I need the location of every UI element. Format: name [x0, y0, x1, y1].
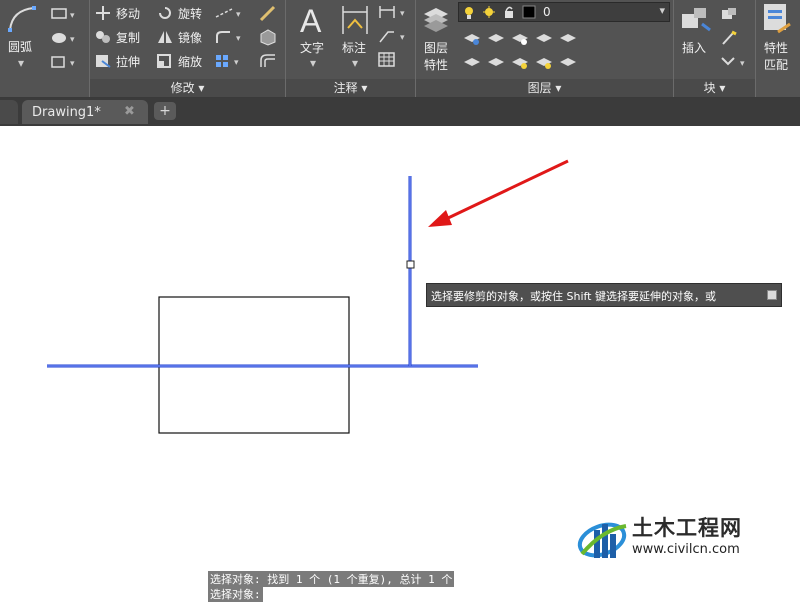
dimension-dropdown-icon[interactable]: ▾ — [352, 56, 358, 70]
mirror-button[interactable]: 镜像 — [178, 31, 202, 45]
svg-text:▾: ▾ — [234, 58, 239, 68]
layers-panel-title-text: 图层 — [527, 81, 552, 95]
arc-button[interactable]: 圆弧 — [8, 40, 32, 54]
insert-block-icon — [680, 4, 712, 38]
offset-icon[interactable] — [258, 52, 278, 74]
copy-button[interactable]: 复制 — [116, 31, 140, 45]
svg-text:A: A — [300, 3, 322, 36]
block-panel-title[interactable]: 块 ▾ — [674, 79, 755, 97]
move-icon — [94, 5, 112, 25]
layer-dropdown[interactable]: 0 ▾ — [458, 2, 670, 22]
match-properties-button-line2[interactable]: 匹配 — [764, 58, 788, 72]
svg-text:▾: ▾ — [70, 35, 75, 45]
red-arrow-shaft — [445, 159, 569, 221]
text-dropdown-icon[interactable]: ▾ — [310, 56, 316, 70]
edit-block-icon[interactable] — [720, 30, 738, 50]
layer-name-value: 0 — [543, 5, 551, 19]
tab-drawing1[interactable]: Drawing1* ✖ — [22, 100, 148, 124]
svg-text:▾: ▾ — [400, 9, 405, 19]
move-button[interactable]: 移动 — [116, 7, 140, 21]
command-tooltip: 选择要修剪的对象，或按住 Shift 键选择要延伸的对象，或 — [426, 283, 782, 307]
layer-properties-button[interactable]: 图层 — [424, 41, 448, 55]
tab-drawing1-label: Drawing1* — [32, 105, 101, 120]
svg-text:▾: ▾ — [236, 34, 241, 44]
arc-dropdown-icon[interactable]: ▾ — [18, 56, 24, 70]
fillet-icon[interactable]: ▾ — [214, 29, 244, 49]
svg-text:▾: ▾ — [70, 11, 75, 21]
insert-button[interactable]: 插入 — [682, 41, 706, 55]
text-icon: A — [298, 2, 328, 40]
ribbon: 圆弧 ▾ ▾ ▾ ▾ 移动 旋转 ▾ 复制 镜像 ▾ 拉伸 缩放 ▾ 修改 ▾ … — [0, 0, 800, 98]
match-properties-icon — [762, 2, 792, 40]
layer-properties-button-line2[interactable]: 特性 — [424, 58, 448, 72]
layer-tools-row2-icon[interactable] — [462, 54, 592, 76]
watermark-emblem-icon — [577, 522, 627, 558]
rotate-button[interactable]: 旋转 — [178, 7, 202, 21]
text-button[interactable]: 文字 — [300, 41, 324, 55]
tab-close-icon[interactable]: ✖ — [124, 104, 135, 119]
layer-dropdown-arrow-icon[interactable]: ▾ — [659, 4, 665, 17]
arc-icon — [6, 4, 38, 38]
modify-panel: 移动 旋转 ▾ 复制 镜像 ▾ 拉伸 缩放 ▾ 修改 ▾ — [90, 0, 286, 97]
layer-properties-icon — [422, 4, 450, 38]
stretch-button[interactable]: 拉伸 — [116, 55, 140, 69]
watermark-name: 土木工程网 — [632, 516, 742, 540]
linear-dim-icon[interactable]: ▾ — [378, 4, 410, 24]
red-arrow-head — [428, 210, 452, 227]
tooltip-text: 选择要修剪的对象，或按住 Shift 键选择要延伸的对象，或 — [431, 290, 716, 303]
mirror-icon — [156, 29, 174, 49]
table-icon[interactable] — [378, 52, 396, 72]
layers-panel-title[interactable]: 图层 ▾ — [416, 79, 673, 97]
command-history-line-1: 选择对象: 找到 1 个 (1 个重复), 总计 1 个 — [208, 571, 455, 587]
layers-panel: 图层 特性 0 ▾ 图层 ▾ — [416, 0, 674, 97]
annotation-panel-title-text: 注释 — [333, 81, 358, 95]
start-tab[interactable] — [0, 100, 18, 124]
properties-panel: 特性 匹配 — [756, 0, 800, 97]
draw-panel: 圆弧 ▾ ▾ ▾ ▾ — [0, 0, 90, 97]
hatch-tool-icon[interactable]: ▾ — [50, 30, 80, 49]
trim-icon[interactable]: ▾ — [214, 5, 244, 25]
explode-icon[interactable] — [258, 28, 278, 50]
annotation-panel: A 文字 ▾ 标注 ▾ ▾ ▾ 注释 ▾ — [286, 0, 416, 97]
annotation-panel-title[interactable]: 注释 ▾ — [286, 79, 415, 97]
stretch-icon — [94, 53, 112, 73]
boundary-tool-icon[interactable]: ▾ — [50, 54, 80, 73]
array-icon[interactable]: ▾ — [214, 53, 244, 73]
erase-icon[interactable] — [258, 4, 278, 26]
leader-icon[interactable]: ▾ — [378, 28, 410, 48]
modify-panel-title-text: 修改 — [170, 81, 195, 95]
dimension-icon — [340, 4, 370, 40]
modify-panel-title[interactable]: 修改 ▾ — [90, 79, 285, 97]
layer-tools-row1-icon[interactable] — [462, 30, 592, 52]
block-panel: 插入 ▾ 块 ▾ — [674, 0, 756, 97]
match-properties-button[interactable]: 特性 — [764, 41, 788, 55]
pickbox-cursor — [406, 260, 415, 269]
tooltip-expand-icon[interactable] — [767, 290, 777, 300]
rectangle-tool-icon[interactable]: ▾ — [50, 6, 80, 25]
document-tab-bar: Drawing1* ✖ + — [0, 98, 800, 126]
block-attributes-icon[interactable]: ▾ — [720, 54, 750, 74]
dimension-button[interactable]: 标注 — [342, 41, 366, 55]
svg-text:▾: ▾ — [236, 10, 241, 20]
copy-icon — [94, 29, 112, 49]
new-tab-button[interactable]: + — [154, 102, 176, 120]
block-panel-title-text: 块 — [703, 81, 716, 95]
watermark-url: www.civilcn.com — [632, 542, 740, 557]
create-block-icon[interactable] — [720, 6, 738, 26]
watermark-logo: 土木工程网 www.civilcn.com — [576, 506, 762, 570]
svg-text:▾: ▾ — [740, 59, 745, 69]
rotate-icon — [156, 5, 174, 25]
drawing-canvas[interactable]: 选择要修剪的对象，或按住 Shift 键选择要延伸的对象，或 选择对象: 找到 … — [0, 126, 800, 602]
svg-text:▾: ▾ — [70, 59, 75, 69]
scale-icon — [156, 53, 174, 73]
svg-text:▾: ▾ — [400, 33, 405, 43]
scale-button[interactable]: 缩放 — [178, 55, 202, 69]
